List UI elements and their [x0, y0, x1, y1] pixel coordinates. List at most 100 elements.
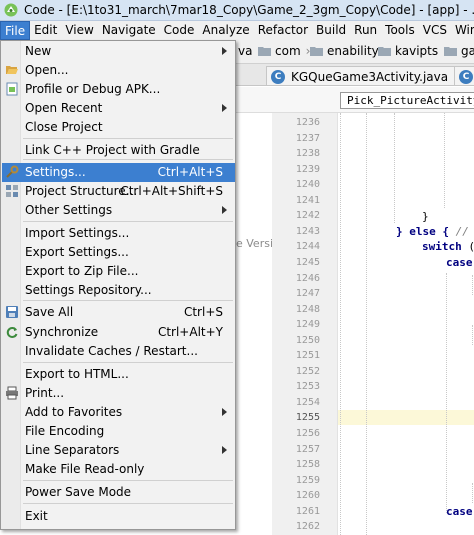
indent-guide	[340, 113, 341, 535]
file-menu-item-other-settings[interactable]: Other Settings	[2, 201, 235, 220]
indent-guide	[366, 113, 367, 535]
menu-edit[interactable]: Edit	[30, 21, 61, 40]
line-number: 1253	[295, 381, 320, 393]
indent-guide	[472, 275, 473, 295]
file-menu-item-export-to-html[interactable]: Export to HTML...	[2, 365, 235, 384]
menu-tools[interactable]: Tools	[381, 21, 419, 40]
file-menu-item-close-project[interactable]: Close Project	[2, 118, 235, 137]
tab-label: KGQueGame3Activity.java	[291, 69, 449, 84]
line-number: 1257	[295, 443, 320, 455]
menu-build[interactable]: Build	[312, 21, 350, 40]
menu-view[interactable]: View	[61, 21, 97, 40]
file-menu-item-import-settings[interactable]: Import Settings...	[2, 224, 235, 243]
tab-second[interactable]: C I	[454, 66, 474, 85]
code-line-1242: }	[422, 210, 429, 223]
nav-crumb-kavipts[interactable]: kavipts ›	[378, 44, 448, 58]
menu-separator	[23, 503, 233, 504]
menu-item-label: Save All	[25, 305, 74, 319]
file-menu-item-synchronize[interactable]: Synchronize Ctrl+Alt+Y	[2, 323, 235, 342]
current-line-highlight	[338, 410, 474, 425]
file-menu-item-line-separators[interactable]: Line Separators	[2, 441, 235, 460]
file-menu-item-open[interactable]: Open...	[2, 61, 235, 80]
file-menu-item-save-all[interactable]: Save All Ctrl+S	[2, 303, 235, 322]
tab-kgquegame3activity[interactable]: C KGQueGame3Activity.java	[266, 66, 456, 85]
submenu-arrow-icon	[222, 47, 227, 55]
menu-code[interactable]: Code	[160, 21, 199, 40]
indent-guide	[444, 113, 445, 208]
indent-guide	[472, 483, 473, 503]
window-title: Code - [E:\1to31_march\7mar18_Copy\Game_…	[24, 3, 474, 17]
file-menu-item-export-to-zip-file[interactable]: Export to Zip File...	[2, 262, 235, 281]
menu-item-shortcut: Ctrl+Alt+Y	[157, 325, 223, 339]
file-menu-item-invalidate-caches-restart[interactable]: Invalidate Caches / Restart...	[2, 342, 235, 361]
file-menu-item-make-file-read-only[interactable]: Make File Read-only	[2, 460, 235, 479]
menu-navigate[interactable]: Navigate	[98, 21, 160, 40]
line-number: 1242	[295, 210, 320, 222]
menu-item-label: Add to Favorites	[25, 405, 123, 419]
line-number: 1261	[295, 505, 320, 517]
line-number: 1238	[295, 148, 320, 160]
nav-crumb-com[interactable]: com ›	[258, 44, 310, 58]
folder-icon	[258, 47, 271, 56]
menu-item-label: Close Project	[25, 120, 103, 134]
code-keyword: switch	[422, 240, 462, 253]
menu-analyze[interactable]: Analyze	[198, 21, 253, 40]
folder-icon	[310, 47, 323, 56]
menu-item-label: Export to Zip File...	[25, 264, 139, 278]
nav-crumb-enability[interactable]: enability ›	[310, 44, 389, 58]
menu-file[interactable]: File	[0, 21, 31, 40]
file-menu-item-file-encoding[interactable]: File Encoding	[2, 422, 235, 441]
file-menu-dropdown: New Open... Profile or Debug APK... Open Re…	[0, 40, 236, 530]
wrench-icon	[5, 165, 19, 179]
file-menu-item-add-to-favorites[interactable]: Add to Favorites	[2, 403, 235, 422]
code-keyword: } else {	[396, 225, 449, 238]
file-menu-item-profile-or-debug-apk[interactable]: Profile or Debug APK...	[2, 80, 235, 99]
menu-separator	[23, 159, 233, 160]
file-menu-item-export-settings[interactable]: Export Settings...	[2, 243, 235, 262]
submenu-arrow-icon	[222, 104, 227, 112]
menu-vcs[interactable]: VCS	[419, 21, 451, 40]
nav-crumb-game[interactable]: gam	[444, 44, 474, 58]
indent-guide	[394, 113, 395, 223]
menu-item-label: Settings...	[25, 165, 86, 179]
project-structure-icon	[5, 184, 19, 198]
file-menu-item-print[interactable]: Print...	[2, 384, 235, 403]
line-number-gutter: 1236 1237 1238 1239 1240 1241 1242 1243 1244 1245…	[272, 113, 338, 535]
file-menu-item-open-recent[interactable]: Open Recent	[2, 99, 235, 118]
line-number: 1241	[295, 194, 320, 206]
menu-item-label: Exit	[25, 509, 48, 523]
line-number: 1236	[295, 117, 320, 128]
menu-separator	[23, 138, 233, 139]
menu-refactor[interactable]: Refactor	[254, 21, 312, 40]
code-keyword: case	[446, 256, 473, 269]
menu-item-label: Invalidate Caches / Restart...	[25, 344, 198, 358]
file-menu-item-link-c-project-with-gradle[interactable]: Link C++ Project with Gradle	[2, 141, 235, 160]
menu-item-shortcut: Ctrl+Alt+S	[157, 165, 223, 179]
line-number: 1254	[295, 396, 320, 408]
menu-separator	[23, 221, 233, 222]
folder-icon	[444, 47, 457, 56]
line-number: 1239	[295, 163, 320, 175]
file-menu-item-project-structure[interactable]: Project Structure... Ctrl+Alt+Shift+S	[2, 182, 235, 201]
breadcrumb-class-pill[interactable]: Pick_PictureActivity	[340, 92, 474, 109]
line-number: 1259	[295, 474, 320, 486]
menu-item-label: Link C++ Project with Gradle	[25, 143, 200, 157]
menu-item-label: Make File Read-only	[25, 462, 145, 476]
file-menu-item-new[interactable]: New	[2, 42, 235, 61]
file-menu-item-exit[interactable]: Exit	[2, 507, 235, 526]
file-menu-item-settings[interactable]: Settings... Ctrl+Alt+S	[2, 163, 235, 182]
apk-icon	[5, 82, 19, 96]
window-titlebar: Code - [E:\1to31_march\7mar18_Copy\Game_…	[0, 0, 474, 21]
menu-separator	[23, 362, 233, 363]
code-editor[interactable]: } } else { // switch (n case case	[338, 113, 474, 535]
indent-guide	[446, 273, 447, 513]
file-menu-item-power-save-mode[interactable]: Power Save Mode	[2, 483, 235, 502]
menu-item-shortcut: Ctrl+S	[183, 305, 223, 319]
menu-item-label: Print...	[25, 386, 65, 400]
menu-run[interactable]: Run	[350, 21, 381, 40]
line-number: 1262	[295, 521, 320, 533]
line-number: 1251	[295, 350, 320, 362]
file-menu-item-settings-repository[interactable]: Settings Repository...	[2, 281, 235, 300]
menu-window[interactable]: Window	[451, 21, 474, 40]
menu-separator	[23, 480, 233, 481]
